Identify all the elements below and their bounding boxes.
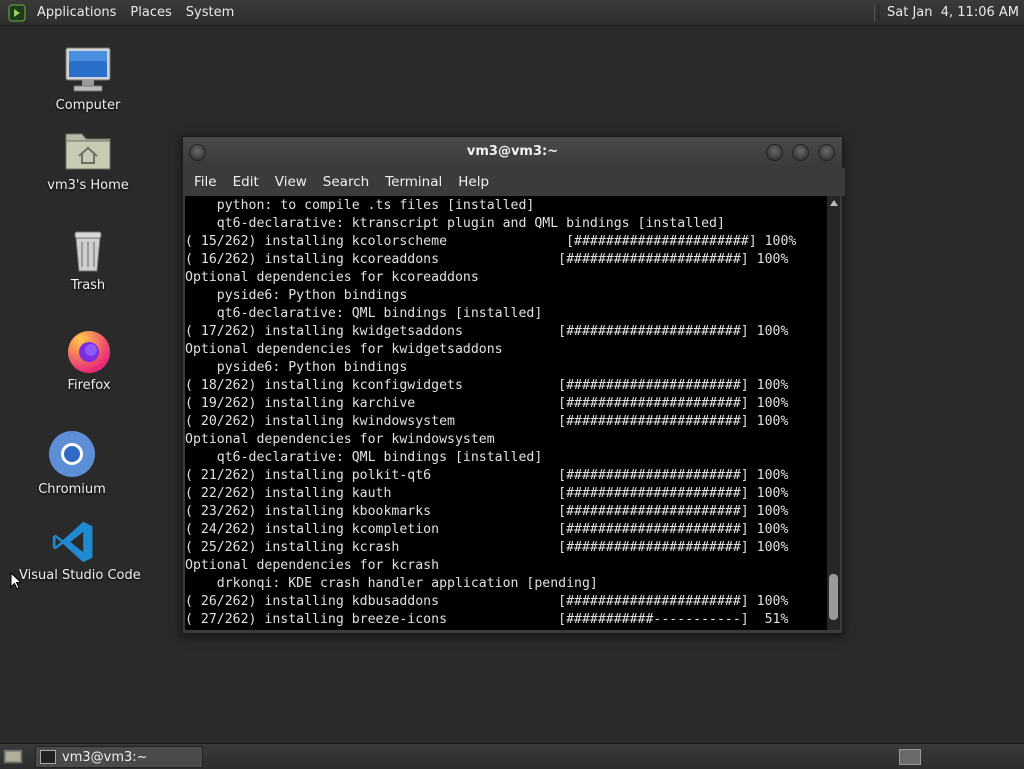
panel-separator	[874, 4, 879, 21]
terminal-line: pyside6: Python bindings	[185, 288, 408, 303]
taskbar-terminal-button[interactable]: vm3@vm3:~	[35, 746, 203, 768]
menu-help[interactable]: Help	[450, 174, 497, 190]
terminal-line: drkonqi: KDE crash handler application […	[185, 576, 598, 591]
terminal-line: ( 27/262) installing breeze-icons [#####…	[185, 612, 789, 627]
clock[interactable]: Sat Jan 4, 11:06 AM	[887, 5, 1024, 20]
terminal-text: python: to compile .ts files [installed]…	[185, 196, 827, 629]
home-folder-icon	[65, 133, 111, 170]
terminal-line: ( 18/262) installing kconfigwidgets [###…	[185, 378, 789, 393]
terminal-line: ( 20/262) installing kwindowsystem [####…	[185, 414, 789, 429]
menu-file[interactable]: File	[186, 174, 225, 190]
scroll-thumb[interactable]	[829, 574, 838, 620]
vscode-icon	[52, 521, 93, 563]
terminal-output[interactable]: python: to compile .ts files [installed]…	[185, 196, 827, 630]
terminal-line: ( 21/262) installing polkit-qt6 [#######…	[185, 468, 789, 483]
terminal-line: qt6-declarative: QML bindings [installed…	[185, 450, 543, 465]
desktop-icon-label: Computer	[55, 98, 121, 113]
terminal-line: Optional dependencies for kcrash	[185, 558, 440, 573]
maximize-button[interactable]	[792, 144, 809, 161]
terminal-line: pyside6: Python bindings	[185, 360, 408, 375]
window-titlebar[interactable]: vm3@vm3:~	[183, 137, 842, 167]
desktop-icon-home[interactable]: vm3's Home	[33, 124, 143, 193]
desktop-icon-label: Trash	[70, 278, 106, 293]
terminal-line: ( 23/262) installing kbookmarks [#######…	[185, 504, 789, 519]
terminal-window[interactable]: vm3@vm3:~ File Edit View Search Terminal…	[182, 136, 845, 634]
terminal-line: ( 22/262) installing kauth [############…	[185, 486, 789, 501]
places-menu[interactable]: Places	[123, 0, 178, 25]
menu-edit[interactable]: Edit	[225, 174, 267, 190]
show-desktop-icon[interactable]	[3, 748, 23, 764]
menu-view[interactable]: View	[267, 174, 315, 190]
panel-right-area: Sat Jan 4, 11:06 AM	[874, 0, 1024, 25]
terminal-line: ( 24/262) installing kcompletion [######…	[185, 522, 789, 537]
desktop-icon-chromium[interactable]: Chromium	[17, 428, 127, 497]
terminal-line: ( 15/262) installing kcolorscheme [#####…	[185, 234, 797, 249]
desktop-icon-firefox[interactable]: Firefox	[34, 324, 144, 393]
terminal-line: ( 16/262) installing kcoreaddons [######…	[185, 252, 789, 267]
desktop-icon-label: Firefox	[67, 378, 111, 393]
terminal-icon	[40, 750, 56, 764]
workspace-switcher[interactable]	[899, 749, 921, 765]
scroll-up-arrow-icon[interactable]	[830, 200, 838, 206]
desktop-icon-label: Chromium	[38, 482, 106, 497]
terminal-menubar: File Edit View Search Terminal Help	[183, 168, 845, 196]
window-title: vm3@vm3:~	[466, 144, 559, 159]
terminal-line: Optional dependencies for kwindowsystem	[185, 432, 495, 447]
desktop-icon-label: Visual Studio Code	[19, 568, 141, 583]
system-menu[interactable]: System	[179, 0, 241, 25]
terminal-line: ( 19/262) installing karchive [#########…	[185, 396, 789, 411]
desktop-icon-trash[interactable]: Trash	[33, 224, 143, 293]
taskbar-label: vm3@vm3:~	[62, 749, 148, 765]
desktop-icon-vscode[interactable]: Visual Studio Code	[19, 518, 141, 583]
trash-icon	[74, 231, 102, 272]
terminal-line: Optional dependencies for kcoreaddons	[185, 270, 479, 285]
terminal-line: ( 17/262) installing kwidgetsaddons [###…	[185, 324, 789, 339]
menu-search[interactable]: Search	[315, 174, 377, 190]
mouse-cursor-icon	[10, 572, 22, 590]
minimize-button[interactable]	[766, 144, 783, 161]
desktop-icon-label: vm3's Home	[47, 178, 129, 193]
bottom-panel: vm3@vm3:~	[0, 743, 1024, 769]
terminal-line: Optional dependencies for kwidgetsaddons	[185, 342, 503, 357]
terminal-line: ( 25/262) installing kcrash [###########…	[185, 540, 789, 555]
menu-terminal[interactable]: Terminal	[377, 174, 450, 190]
terminal-line: qt6-declarative: QML bindings [installed…	[185, 306, 543, 321]
terminal-line: qt6-declarative: ktranscript plugin and …	[185, 216, 725, 231]
top-panel: Applications Places System Sat Jan 4, 11…	[0, 0, 1024, 26]
terminal-scrollbar[interactable]	[827, 196, 840, 630]
distro-logo-icon[interactable]	[8, 3, 26, 22]
computer-icon	[65, 47, 111, 92]
applications-menu[interactable]: Applications	[30, 0, 123, 25]
terminal-line: ( 26/262) installing kdbusaddons [######…	[185, 594, 789, 609]
terminal-line: python: to compile .ts files [installed]	[185, 198, 535, 213]
firefox-icon	[68, 331, 110, 373]
desktop-icon-computer[interactable]: Computer	[33, 44, 143, 113]
chromium-icon	[49, 431, 95, 477]
close-button[interactable]	[818, 144, 835, 161]
